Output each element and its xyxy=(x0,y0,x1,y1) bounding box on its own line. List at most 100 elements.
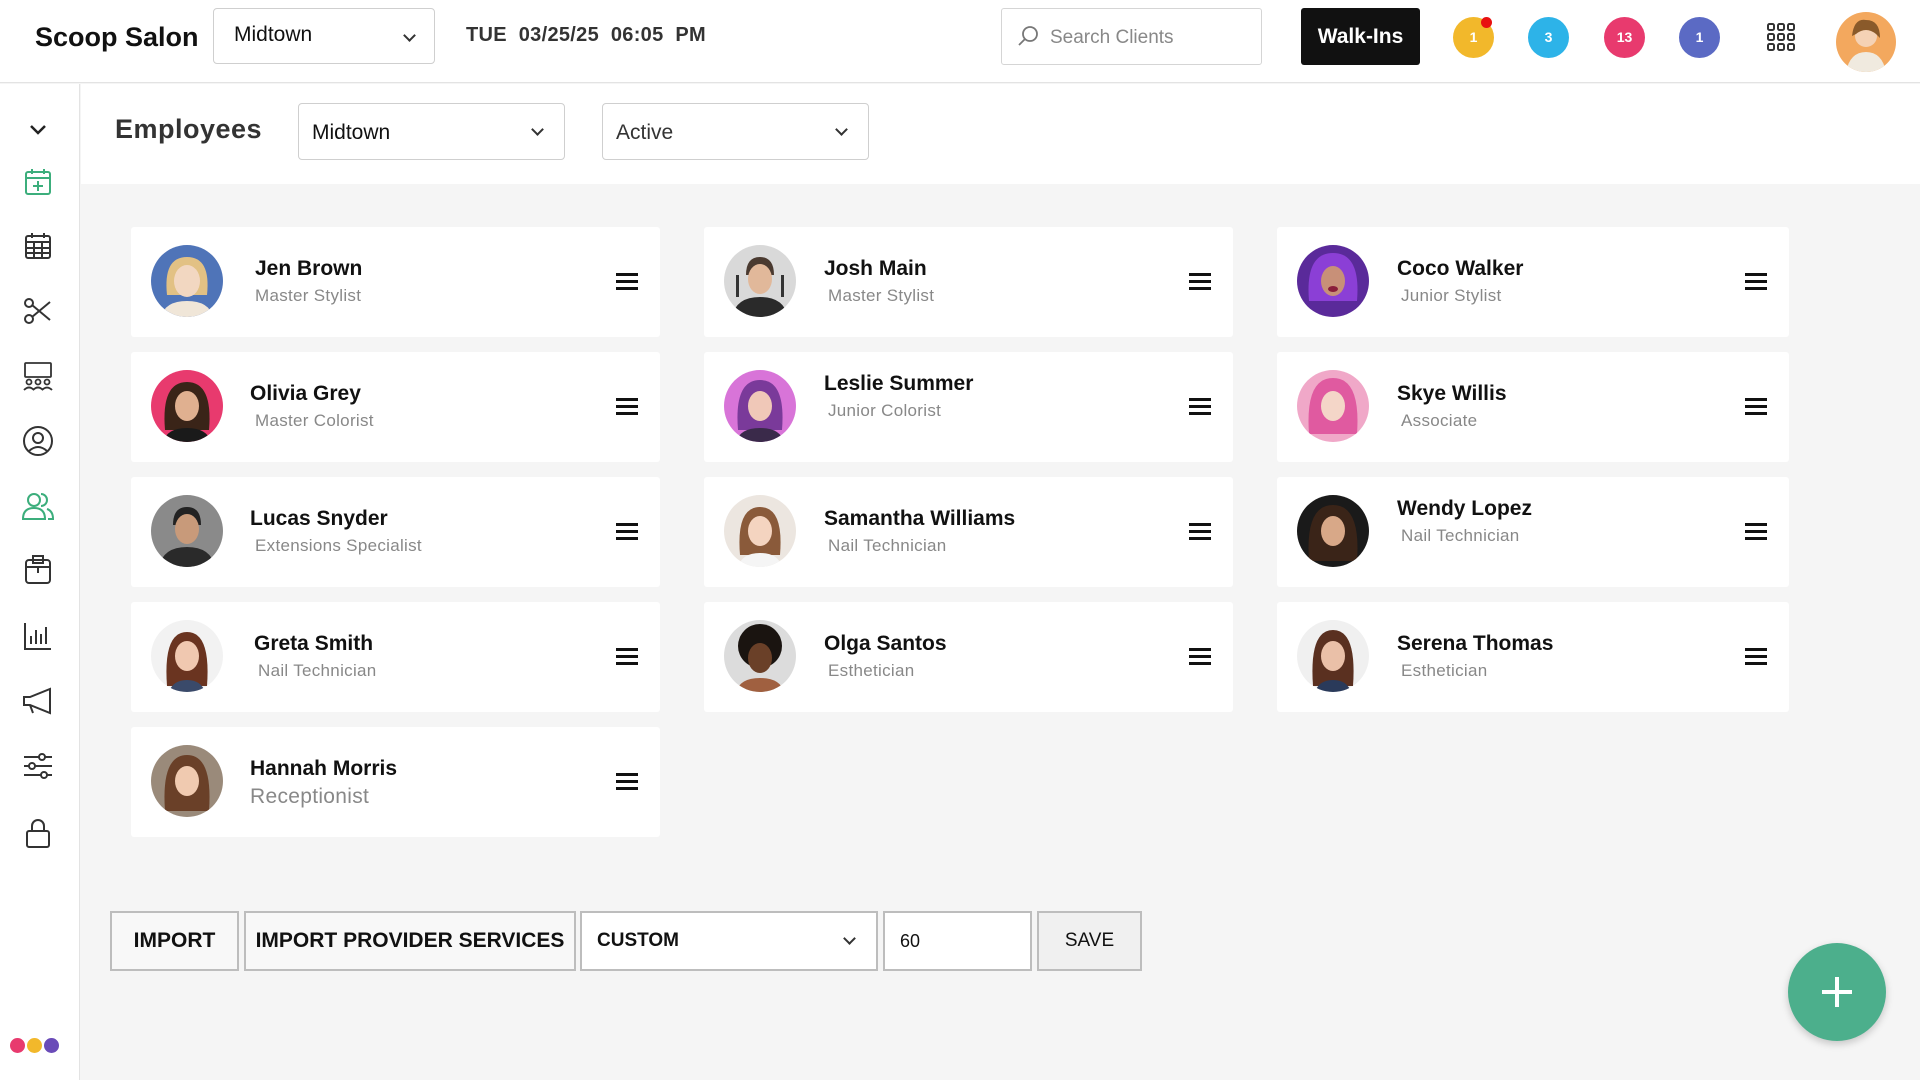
reports-chart-icon[interactable] xyxy=(20,618,56,654)
employee-card[interactable]: Olga Santos Esthetician xyxy=(704,602,1233,712)
location-select[interactable]: Midtown xyxy=(213,8,435,64)
team-board-icon[interactable] xyxy=(20,358,56,394)
employee-name: Olga Santos xyxy=(824,632,947,655)
employee-card[interactable]: Skye Willis Associate xyxy=(1277,352,1789,462)
hamburger-menu-icon[interactable] xyxy=(1745,398,1767,416)
top-bar: Scoop Salon Midtown TUE 03/25/25 06:05 P… xyxy=(0,0,1920,83)
hamburger-menu-icon[interactable] xyxy=(1745,523,1767,541)
plus-icon-bar xyxy=(1822,990,1852,994)
employee-photo xyxy=(1297,245,1369,317)
search-icon xyxy=(1018,26,1038,46)
employee-photo xyxy=(724,620,796,692)
employee-photo xyxy=(724,495,796,567)
status-filter-select[interactable]: Active xyxy=(602,103,869,160)
employee-role: Nail Technician xyxy=(258,661,377,680)
hamburger-menu-icon[interactable] xyxy=(1745,648,1767,666)
hamburger-menu-icon[interactable] xyxy=(1745,273,1767,291)
employee-card[interactable]: Samantha Williams Nail Technician xyxy=(704,477,1233,587)
employee-role: Master Colorist xyxy=(255,411,374,430)
employee-name: Leslie Summer xyxy=(824,372,974,395)
notification-badge-1[interactable]: 1 xyxy=(1453,17,1494,58)
employee-photo xyxy=(151,370,223,442)
employee-card[interactable]: Hannah Morris Receptionist xyxy=(131,727,660,837)
hamburger-menu-icon[interactable] xyxy=(1189,648,1211,666)
save-button[interactable]: SAVE xyxy=(1037,911,1142,971)
employee-role: Esthetician xyxy=(828,661,915,680)
client-profile-icon[interactable] xyxy=(20,423,56,459)
marketing-megaphone-icon[interactable] xyxy=(20,683,56,719)
employee-role: Associate xyxy=(1401,411,1478,430)
search-placeholder: Search Clients xyxy=(1050,27,1174,48)
location-filter-select[interactable]: Midtown xyxy=(298,103,565,160)
register-icon[interactable] xyxy=(20,553,56,589)
custom-select-value: CUSTOM xyxy=(597,930,679,951)
calendar-add-icon[interactable] xyxy=(20,164,56,200)
employee-name: Greta Smith xyxy=(254,632,374,655)
notification-badge-3[interactable]: 13 xyxy=(1604,17,1645,58)
employee-photo xyxy=(151,495,223,567)
employee-card[interactable]: Greta Smith Nail Technician xyxy=(131,602,660,712)
hamburger-menu-icon[interactable] xyxy=(1189,273,1211,291)
walk-ins-button[interactable]: Walk-Ins xyxy=(1301,8,1420,65)
employee-photo xyxy=(724,370,796,442)
hamburger-menu-icon[interactable] xyxy=(616,773,638,791)
date-time: TUE 03/25/25 06:05 PM xyxy=(466,24,706,47)
app-grid-icon[interactable] xyxy=(1766,22,1796,52)
current-time: 06:05 PM xyxy=(610,24,706,46)
hamburger-menu-icon[interactable] xyxy=(1189,523,1211,541)
chevron-down-icon[interactable] xyxy=(20,112,56,148)
add-employee-button[interactable] xyxy=(1788,943,1886,1041)
hamburger-menu-icon[interactable] xyxy=(616,523,638,541)
employee-card[interactable]: Jen Brown Master Stylist xyxy=(131,227,660,337)
badge-count: 1 xyxy=(1469,29,1478,45)
notification-badge-4[interactable]: 1 xyxy=(1679,17,1720,58)
custom-select[interactable]: CUSTOM xyxy=(580,911,878,971)
location-filter-value: Midtown xyxy=(312,121,391,144)
employee-role: Esthetician xyxy=(1401,661,1488,680)
duration-input[interactable] xyxy=(883,911,1032,971)
user-avatar[interactable] xyxy=(1836,12,1896,72)
import-button[interactable]: IMPORT xyxy=(110,911,239,971)
employee-card[interactable]: Leslie Summer Junior Colorist xyxy=(704,352,1233,462)
hamburger-menu-icon[interactable] xyxy=(1189,398,1211,416)
employee-name: Lucas Snyder xyxy=(250,507,388,530)
hamburger-menu-icon[interactable] xyxy=(616,273,638,291)
employees-icon[interactable] xyxy=(20,488,56,524)
employee-name: Olivia Grey xyxy=(250,382,361,405)
employee-role: Master Stylist xyxy=(255,286,362,305)
employee-photo xyxy=(151,620,223,692)
employee-card[interactable]: Serena Thomas Esthetician xyxy=(1277,602,1789,712)
chevron-down-icon xyxy=(531,123,544,136)
employee-role: Junior Stylist xyxy=(1401,286,1502,305)
scissors-icon[interactable] xyxy=(20,293,56,329)
status-filter-value: Active xyxy=(616,121,674,144)
employee-card[interactable]: Wendy Lopez Nail Technician xyxy=(1277,477,1789,587)
lock-icon[interactable] xyxy=(20,815,56,851)
brand-dots-logo xyxy=(10,1038,61,1058)
employee-name: Coco Walker xyxy=(1397,257,1524,280)
hamburger-menu-icon[interactable] xyxy=(616,648,638,666)
employee-photo xyxy=(1297,620,1369,692)
employee-name: Wendy Lopez xyxy=(1397,497,1532,520)
employee-name: Skye Willis xyxy=(1397,382,1507,405)
calendar-grid-icon[interactable] xyxy=(20,228,56,264)
employee-photo xyxy=(151,245,223,317)
settings-sliders-icon[interactable] xyxy=(20,748,56,784)
employee-card[interactable]: Olivia Grey Master Colorist xyxy=(131,352,660,462)
page-title: Employees xyxy=(115,114,263,144)
sidebar xyxy=(0,84,80,1080)
employee-name: Hannah Morris xyxy=(250,757,398,780)
location-select-value: Midtown xyxy=(234,23,313,46)
search-clients-input[interactable]: Search Clients xyxy=(1001,8,1262,65)
import-provider-services-button[interactable]: IMPORT PROVIDER SERVICES xyxy=(244,911,576,971)
employee-card[interactable]: Lucas Snyder Extensions Specialist xyxy=(131,477,660,587)
hamburger-menu-icon[interactable] xyxy=(616,398,638,416)
badge-count: 13 xyxy=(1616,29,1633,45)
unread-dot xyxy=(1481,17,1492,28)
employee-role: Nail Technician xyxy=(828,536,947,555)
employee-card[interactable]: Coco Walker Junior Stylist xyxy=(1277,227,1789,337)
employee-card[interactable]: Josh Main Master Stylist xyxy=(704,227,1233,337)
brand-name: Scoop Salon xyxy=(35,22,199,52)
badge-count: 1 xyxy=(1695,29,1704,45)
notification-badge-2[interactable]: 3 xyxy=(1528,17,1569,58)
